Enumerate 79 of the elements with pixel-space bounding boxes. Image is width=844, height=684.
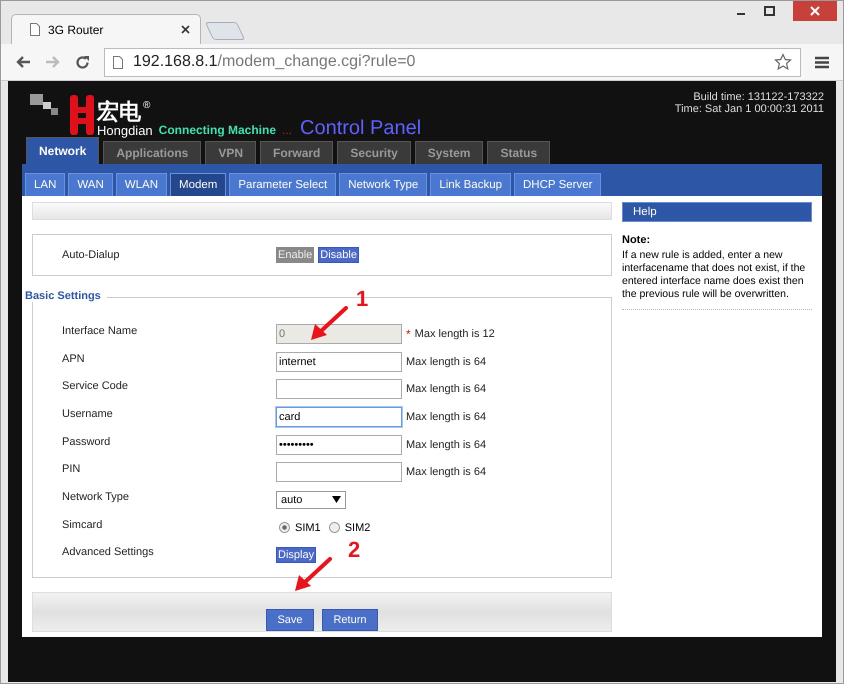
annotation-number: 1 [356,286,368,312]
display-button[interactable]: Display [276,547,316,564]
field-hint: Max length is 64 [406,438,486,451]
brand-name: 宏电 [97,100,141,124]
annotation-arrow [310,306,348,342]
field-hint: Max length is 64 [406,356,486,368]
field-hint: Max length is 12 [414,328,495,340]
squares-logo-icon [30,94,60,116]
close-icon[interactable] [181,25,190,34]
field-label: Network Type [62,490,130,505]
field-hint: Max length is 64 [406,466,486,478]
section-legend: Basic Settings [25,290,107,302]
sub-tab[interactable]: Link Backup [430,173,511,196]
brand-logo-icon [70,95,94,135]
note-title: Note: [622,234,652,246]
toggle-button[interactable]: Disable [318,247,359,263]
star-icon[interactable] [774,53,792,71]
toggle-button[interactable]: Enable [276,247,314,263]
tab-title: 3G Router [48,22,104,36]
radio-button[interactable] [279,522,290,534]
sub-tab[interactable]: WLAN [116,173,168,196]
text-field[interactable]: card [276,406,402,427]
url-text: 192.168.8.1/modem_change.cgi?rule=0 [133,53,416,71]
field-label: Username [62,408,114,422]
back-icon[interactable] [15,55,31,69]
reload-icon[interactable] [75,54,90,70]
field-hint: Max length is 64 [406,410,486,423]
main-tab[interactable]: Applications [103,141,202,164]
page-icon [30,23,40,36]
caret-icon [332,496,341,504]
menu-icon[interactable] [815,56,829,68]
radio-label: SIM2 [344,522,370,534]
sub-tab[interactable]: WAN [68,173,113,196]
main-tab[interactable]: Forward [260,141,334,164]
close-icon [810,6,820,16]
field-label: PIN [62,463,82,478]
field-label: Interface Name [62,324,138,339]
network-type-dropdown[interactable]: auto [276,490,346,509]
field-hint: Max length is 64 [406,383,486,396]
field-label: Service Code [62,380,130,394]
page-title: Control Panel [300,117,422,140]
address-field[interactable]: 192.168.8.1/modem_change.cgi?rule=0 [104,48,801,76]
main-tab[interactable]: Status [487,141,550,164]
main-tab[interactable]: System [414,141,484,164]
registered-mark: ® [143,100,150,111]
browser-tab[interactable]: 3G Router [11,14,201,44]
build-time: Build time: 131122-173322 [693,91,824,103]
field-label: Password [62,436,112,450]
action-button[interactable]: Save [266,609,314,632]
note-text: If a new rule is added, enter a new interfacename that does not exist, if the entered interface name does exist then the previous rule will be overwritten. [622,249,812,310]
annotation-number: 2 [348,537,360,563]
required-mark: * [406,326,411,341]
main-tab[interactable]: Security [337,141,411,164]
radio-button[interactable] [328,522,340,534]
field-label: Simcard [62,518,104,533]
page-icon [113,56,123,68]
main-tab[interactable]: Network [26,137,100,164]
text-field[interactable] [276,462,402,482]
maximize-icon[interactable] [764,6,775,16]
field-label: Advanced Settings [62,546,155,560]
text-field[interactable]: internet [276,352,402,372]
help-title: Help [622,202,812,222]
text-field[interactable]: ••••••••• [276,434,402,455]
sub-tab[interactable]: DHCP Server [514,173,602,196]
sub-tab[interactable]: Network Type [339,173,428,196]
field-label: APN [62,352,86,367]
tagline: Connecting Machine [158,123,276,137]
sub-tab[interactable]: LAN [25,173,66,196]
brand-subtitle: Hongdian [97,124,153,138]
sub-tab[interactable]: Parameter Select [229,173,336,196]
text-field[interactable] [276,379,402,400]
sub-tab[interactable]: Modem [170,173,226,196]
action-button[interactable]: Return [322,609,378,632]
close-button[interactable] [793,1,837,21]
main-tab[interactable]: VPN [205,141,256,164]
radio-label: SIM1 [295,522,321,534]
ellipsis-text: ... [282,123,292,137]
field-label: Auto-Dialup [62,249,120,261]
system-time: Time: Sat Jan 1 00:00:31 2011 [674,103,824,115]
